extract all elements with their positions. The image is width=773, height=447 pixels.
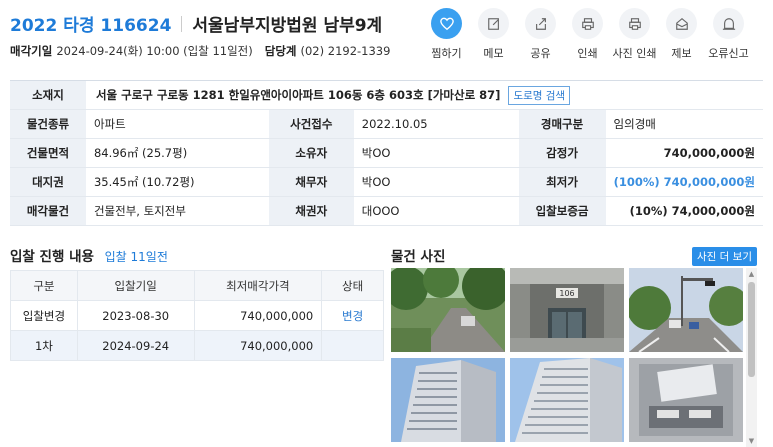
bid-status: 변경 xyxy=(321,300,384,331)
scroll-down-icon[interactable]: ▼ xyxy=(746,435,757,447)
print-label: 인쇄 xyxy=(577,47,598,60)
case-number: 2022 타경 116624 xyxy=(10,16,172,36)
tree-lined-road-photo[interactable] xyxy=(391,268,505,352)
info-label: 물건종류 xyxy=(10,109,86,139)
heart-icon xyxy=(431,8,462,39)
info-value: 84.96㎡ (25.7평) xyxy=(85,138,269,168)
street-intersection-photo[interactable] xyxy=(629,268,743,352)
info-value: 박OO xyxy=(353,167,519,197)
bidding-header-row: 구분 입찰기일 최저매각가격 상태 xyxy=(10,270,384,301)
action-toolbar: 찜하기 메모 공유 인쇄 사진 인쇄 제보 오류신고 xyxy=(424,8,753,61)
property-info-table: 소재지 서울 구로구 구로동 1281 한일유앤아이아파트 106동 6층 60… xyxy=(10,80,763,226)
info-label: 매각물건 xyxy=(10,196,86,226)
table-row: 1차 2024-09-24 740,000,000 xyxy=(10,330,384,361)
info-row: 매각물건 건물전부, 토지전부 채권자 대OOO 입찰보증금 (10%) 74,… xyxy=(10,196,763,226)
court-name: 서울남부지방법원 남부9계 xyxy=(192,16,383,36)
address-row: 소재지 서울 구로구 구로동 1281 한일유앤아이아파트 106동 6층 60… xyxy=(10,80,763,110)
share-label: 공유 xyxy=(530,47,551,60)
apartment-entrance-photo[interactable]: 106 xyxy=(510,268,624,352)
info-value: 건물전부, 토지전부 xyxy=(85,196,269,226)
bid-status xyxy=(321,330,384,361)
appraisal-value: 740,000,000원 xyxy=(605,138,763,168)
minimum-price-value: (100%) 740,000,000원 xyxy=(605,167,763,197)
share-icon xyxy=(525,8,556,39)
memo-label: 메모 xyxy=(483,47,504,60)
photo-grid: 106 xyxy=(391,268,743,447)
scroll-thumb[interactable] xyxy=(748,282,755,377)
memo-icon xyxy=(478,8,509,39)
bid-price: 740,000,000 xyxy=(193,300,323,331)
photo-print-icon xyxy=(619,8,650,39)
photo-print-button[interactable]: 사진 인쇄 xyxy=(612,8,657,61)
info-row: 대지권 35.45㎡ (10.72평) 채무자 박OO 최저가 (100%) 7… xyxy=(10,167,763,197)
info-value: 대OOO xyxy=(353,196,519,226)
bidding-table: 구분 입찰기일 최저매각가격 상태 입찰변경 2023-08-30 740,00… xyxy=(10,270,384,361)
info-value: 박OO xyxy=(353,138,519,168)
mailbox-photo[interactable] xyxy=(629,358,743,442)
deposit-value: (10%) 74,000,000원 xyxy=(605,196,763,226)
bid-type: 입찰변경 xyxy=(10,300,78,331)
error-report-icon xyxy=(713,8,744,39)
info-label: 대지권 xyxy=(10,167,86,197)
entrance-sign-text: 106 xyxy=(559,289,574,298)
bidding-countdown-link[interactable]: 입찰 11일전 xyxy=(105,250,168,264)
address-label: 소재지 xyxy=(10,80,86,110)
more-photos-button[interactable]: 사진 더 보기 xyxy=(692,247,757,266)
info-label: 채무자 xyxy=(268,167,354,197)
photo-print-label: 사진 인쇄 xyxy=(612,47,657,60)
column-header: 구분 xyxy=(10,270,78,301)
memo-button[interactable]: 메모 xyxy=(471,8,516,61)
info-label: 경매구분 xyxy=(518,109,606,139)
share-button[interactable]: 공유 xyxy=(518,8,563,61)
report-label: 제보 xyxy=(671,47,692,60)
info-value: 2022.10.05 xyxy=(353,109,519,139)
info-label: 채권자 xyxy=(268,196,354,226)
apartment-tower-photo[interactable] xyxy=(510,358,624,442)
info-label: 건물면적 xyxy=(10,138,86,168)
scroll-up-icon[interactable]: ▲ xyxy=(746,268,757,280)
bidding-title: 입찰 진행 내용 xyxy=(10,249,94,265)
column-header: 최저매각가격 xyxy=(193,270,323,301)
bidding-section-title: 입찰 진행 내용 입찰 11일전 xyxy=(10,245,168,265)
title-divider xyxy=(181,15,183,32)
column-header: 입찰기일 xyxy=(76,270,195,301)
photo-scrollbar[interactable]: ▲ ▼ xyxy=(746,268,757,447)
favorite-label: 찜하기 xyxy=(431,47,462,60)
print-icon xyxy=(572,8,603,39)
bid-type: 1차 xyxy=(10,330,78,361)
sale-date-value: 2024-09-24(화) 10:00 (입찰 11일전) xyxy=(56,44,253,58)
address-value: 서울 구로구 구로동 1281 한일유앤아이아파트 106동 6층 603호 [… xyxy=(95,87,501,102)
error-report-button[interactable]: 오류신고 xyxy=(706,8,751,61)
info-label: 소유자 xyxy=(268,138,354,168)
bid-date: 2023-08-30 xyxy=(76,300,195,331)
info-label: 입찰보증금 xyxy=(518,196,606,226)
info-label: 최저가 xyxy=(518,167,606,197)
info-row: 물건종류 아파트 사건접수 2022.10.05 경매구분 임의경매 xyxy=(10,109,763,139)
info-row: 건물면적 84.96㎡ (25.7평) 소유자 박OO 감정가 740,000,… xyxy=(10,138,763,168)
column-header: 상태 xyxy=(321,270,384,301)
error-report-label: 오류신고 xyxy=(708,47,749,60)
case-header: 2022 타경 116624 서울남부지방법원 남부9계 xyxy=(10,11,382,36)
report-button[interactable]: 제보 xyxy=(659,8,704,61)
print-button[interactable]: 인쇄 xyxy=(565,8,610,61)
report-icon xyxy=(666,8,697,39)
table-row: 입찰변경 2023-08-30 740,000,000 변경 xyxy=(10,300,384,331)
sale-date-label: 매각기일 xyxy=(10,44,53,58)
sale-info-line: 매각기일 2024-09-24(화) 10:00 (입찰 11일전) 담당계 (02)… xyxy=(10,43,390,59)
apartment-building-photo[interactable] xyxy=(391,358,505,442)
photos-title: 물건 사진 xyxy=(391,249,446,265)
info-value: 임의경매 xyxy=(605,109,763,139)
info-value: 아파트 xyxy=(85,109,269,139)
info-label: 감정가 xyxy=(518,138,606,168)
bid-date: 2024-09-24 xyxy=(76,330,195,361)
manager-label: 담당계 xyxy=(264,44,297,58)
manager-phone: (02) 2192-1339 xyxy=(300,44,391,58)
info-label: 사건접수 xyxy=(268,109,354,139)
bid-price: 740,000,000 xyxy=(193,330,323,361)
info-value: 35.45㎡ (10.72평) xyxy=(85,167,269,197)
favorite-button[interactable]: 찜하기 xyxy=(424,8,469,61)
road-search-button[interactable]: 도로명 검색 xyxy=(508,85,571,105)
